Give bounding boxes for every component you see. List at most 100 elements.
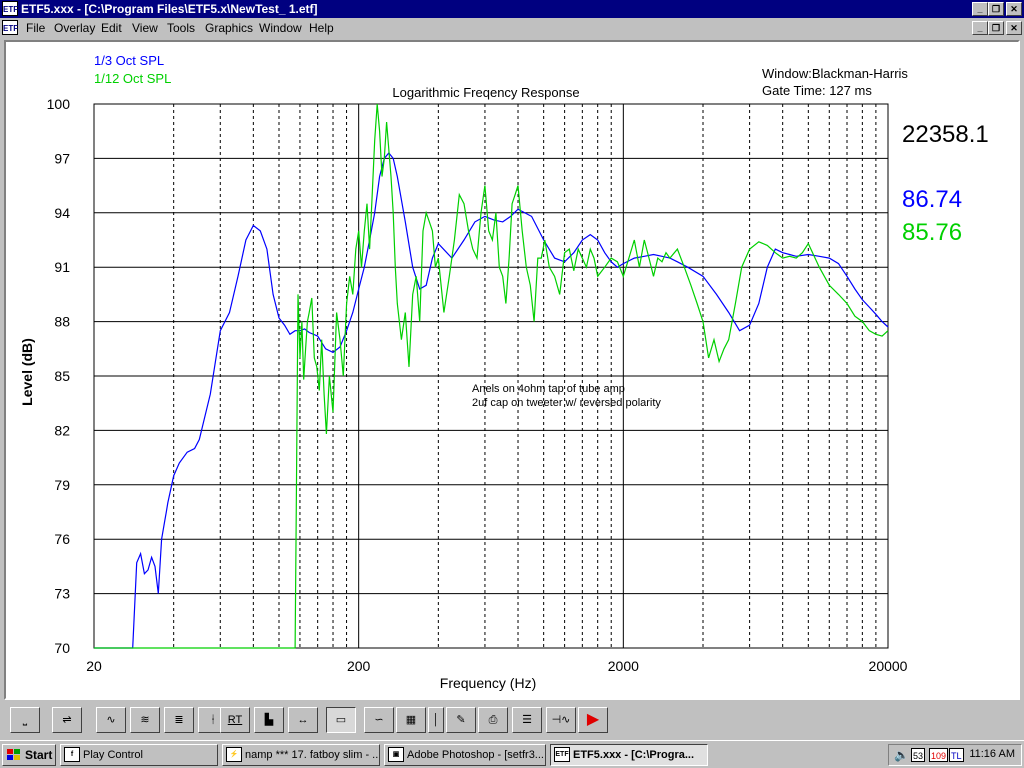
window-info-label: Window:Blackman-Harris <box>762 66 908 81</box>
menu-graphics[interactable]: Graphics <box>205 21 253 35</box>
tray-item-109[interactable]: 109 <box>929 748 949 762</box>
y-tick-label: 88 <box>54 314 70 330</box>
close-button[interactable]: ✕ <box>1006 2 1022 16</box>
bar-graph-tool-icon: ▙ <box>264 714 274 726</box>
y-tick-label: 91 <box>54 259 70 275</box>
signal-tool-icon: ⊣∿ <box>551 714 571 726</box>
print-tool-icon: ⎙ <box>488 714 498 726</box>
divider-tool-button[interactable]: │ <box>428 707 444 733</box>
task-winamp[interactable]: ⚡ namp *** 17. fatboy slim - ... <box>222 744 380 766</box>
color-tool-button[interactable]: ✎ <box>446 707 476 733</box>
baseline-tool-button[interactable]: ⎵ <box>10 707 40 733</box>
multi-plot-tool-button[interactable]: ≣ <box>164 707 194 733</box>
task-play-control[interactable]: f Play Control <box>60 744 218 766</box>
y-tick-label: 85 <box>54 368 70 384</box>
menu-overlay[interactable]: Overlay <box>54 21 95 35</box>
y-tick-label: 70 <box>54 640 70 656</box>
menu-bar: ETF File Overlay Edit View Tools Graphic… <box>0 18 1024 38</box>
task-etf5[interactable]: ETF ETF5.xxx - [C:\Progra... <box>550 744 708 766</box>
window-title: ETF5.xxx - [C:\Program Files\ETF5.x\NewT… <box>21 2 318 16</box>
system-tray: 🔈 53 109 TL 11:16 AM <box>888 744 1022 766</box>
cursor-range-tool-icon: ↔ <box>297 714 309 726</box>
menu-window[interactable]: Window <box>259 21 302 35</box>
start-label: Start <box>25 748 53 762</box>
frequency-response-chart[interactable]: 100 97 94 91 88 85 82 79 76 73 70 20 200 2000 20000 1/… <box>6 42 1018 698</box>
x-tick-label: 20 <box>86 658 102 674</box>
doc-close-button[interactable]: ✕ <box>1006 21 1022 35</box>
winamp-icon: ⚡ <box>226 747 242 762</box>
divider-tool-icon: │ <box>432 714 440 726</box>
record-tool-button[interactable]: ▶ <box>578 707 608 733</box>
menu-view[interactable]: View <box>132 21 158 35</box>
readout-blue-value: 86.74 <box>902 186 962 213</box>
print-tool-button[interactable]: ⎙ <box>478 707 508 733</box>
record-tool-icon: ▶ <box>586 711 600 728</box>
y-tick-label: 100 <box>47 96 71 112</box>
tray-item-tl[interactable]: TL <box>949 748 964 762</box>
menu-tools[interactable]: Tools <box>167 21 195 35</box>
doc-restore-button[interactable]: ❐ <box>988 21 1004 35</box>
legend-green-label: 1/12 Oct SPL <box>94 71 171 86</box>
title-bar[interactable]: ETF ETF5.xxx - [C:\Program Files\ETF5.x\… <box>0 0 1024 18</box>
spectrum-tool-icon: ▦ <box>405 714 417 726</box>
impulse-tool-button[interactable]: ∿ <box>96 707 126 733</box>
cursor-range-tool-button[interactable]: ↔ <box>288 707 318 733</box>
y-tick-label: 73 <box>54 586 70 602</box>
task-label: ETF5.xxx - [C:\Progra... <box>573 749 695 761</box>
photoshop-icon: ▣ <box>388 747 404 762</box>
multi-plot-tool-icon: ≣ <box>174 714 184 726</box>
graph-window[interactable]: 100 97 94 91 88 85 82 79 76 73 70 20 200 2000 20000 1/… <box>4 40 1020 700</box>
x-tick-label: 2000 <box>608 658 639 674</box>
color-tool-icon: ✎ <box>456 714 466 726</box>
speaker-icon[interactable]: 🔈 <box>893 748 910 762</box>
level-slider-tool-button[interactable]: ⇌ <box>52 707 82 733</box>
y-tick-label: 79 <box>54 477 70 493</box>
readout-green-value: 85.76 <box>902 219 962 246</box>
y-tick-label: 82 <box>54 422 70 438</box>
notes-tool-icon: ☰ <box>522 714 532 726</box>
legend-blue-label: 1/3 Oct SPL <box>94 53 164 68</box>
task-photoshop[interactable]: ▣ Adobe Photoshop - [setfr3... <box>384 744 546 766</box>
menu-file[interactable]: File <box>26 21 45 35</box>
x-tick-label: 20000 <box>869 658 908 674</box>
doc-minimize-button[interactable]: _ <box>972 21 988 35</box>
tray-item-53[interactable]: 53 <box>911 748 926 762</box>
minimize-button[interactable]: _ <box>972 2 988 16</box>
restore-button[interactable]: ❐ <box>988 2 1004 16</box>
phase-tool-button[interactable]: ∽ <box>364 707 394 733</box>
taskbar: Start f Play Control ⚡ namp *** 17. fatb… <box>0 740 1024 768</box>
phase-tool-icon: ∽ <box>374 714 384 726</box>
waterfall-tool-icon: ≋ <box>140 714 150 726</box>
y-tick-label: 97 <box>54 150 70 166</box>
impulse-tool-icon: ∿ <box>106 714 116 726</box>
x-tick-label: 200 <box>347 658 371 674</box>
response-tool-icon: ▭ <box>335 714 347 726</box>
bar-graph-tool-button[interactable]: ▙ <box>254 707 284 733</box>
notes-tool-button[interactable]: ☰ <box>512 707 542 733</box>
readout-frequency: 22358.1 <box>902 121 989 148</box>
y-axis-label: Level (dB) <box>19 338 35 406</box>
level-slider-tool-icon: ⇌ <box>62 714 72 726</box>
signal-tool-button[interactable]: ⊣∿ <box>546 707 576 733</box>
document-icon[interactable]: ETF <box>2 20 18 35</box>
task-label: namp *** 17. fatboy slim - ... <box>245 749 380 761</box>
chart-title: Logarithmic Freqency Response <box>392 85 579 100</box>
menu-help[interactable]: Help <box>309 21 334 35</box>
annotation-line-1: Anels on 4ohm tap of tube amp <box>472 383 625 395</box>
spectrum-tool-button[interactable]: ▦ <box>396 707 426 733</box>
y-tick-label: 94 <box>54 205 70 221</box>
task-label: Adobe Photoshop - [setfr3... <box>407 749 544 761</box>
response-tool-button[interactable]: ▭ <box>326 707 356 733</box>
start-button[interactable]: Start <box>2 744 56 766</box>
marker-tool-icon: ᚽ <box>209 714 217 726</box>
play-control-icon: f <box>64 747 80 762</box>
clock: 11:16 AM <box>969 748 1015 760</box>
waterfall-tool-button[interactable]: ≋ <box>130 707 160 733</box>
app-icon[interactable]: ETF <box>2 1 18 16</box>
menu-edit[interactable]: Edit <box>101 21 122 35</box>
windows-logo-icon <box>7 749 20 760</box>
annotation-line-2: 2uf cap on tweeter w/ reversed polarity <box>472 397 661 409</box>
rt-tool-icon: RT <box>227 714 243 726</box>
etf-icon: ETF <box>554 747 570 762</box>
rt-tool-button[interactable]: RT <box>220 707 250 733</box>
